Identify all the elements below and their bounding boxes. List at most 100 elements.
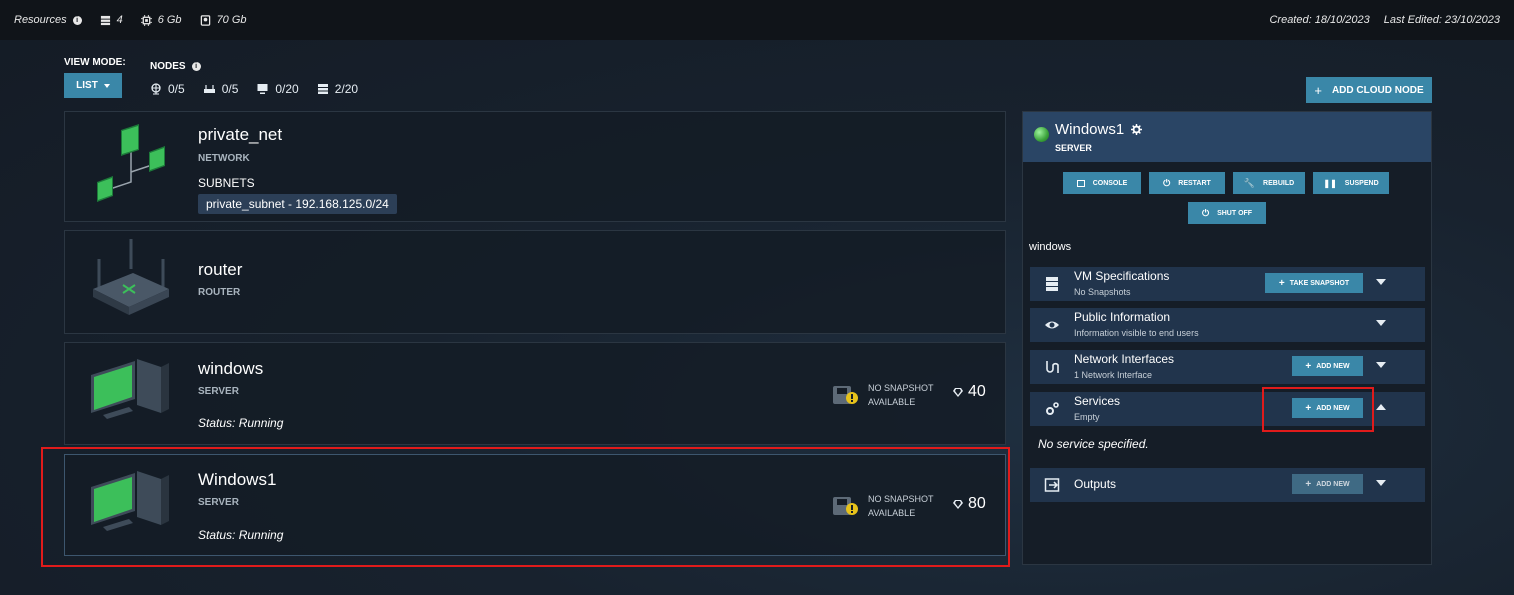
network-count-value: 0/5 (168, 82, 185, 96)
wrench-icon: 🔧 (1243, 177, 1256, 188)
add-new-label: ADD NEW (1316, 480, 1350, 488)
node-card-windows[interactable]: windows SERVER Status: Running NO SNAPSH… (64, 342, 1006, 445)
node-card-network[interactable]: private_net NETWORK SUBNETS private_subn… (64, 111, 1006, 222)
server-node-icon (91, 359, 169, 419)
network-interface-icon (1046, 361, 1059, 373)
storage-stat: 70 Gb (200, 14, 247, 26)
add-output-button[interactable]: + ADD NEW (1292, 474, 1363, 494)
chevron-down-icon[interactable] (1376, 320, 1386, 326)
chevron-up-icon[interactable] (1376, 404, 1386, 410)
restart-button[interactable]: ⏻ RESTART (1149, 172, 1225, 194)
node-type: SERVER (198, 386, 239, 397)
node-title: private_net (198, 125, 283, 144)
desktop-count: 0/20 (256, 82, 299, 96)
router-icon (203, 85, 215, 93)
section-subtitle: No Snapshots (1074, 287, 1131, 297)
server-icon (1046, 277, 1058, 291)
section-title: Services (1074, 394, 1121, 408)
console-button[interactable]: CONSOLE (1063, 172, 1141, 194)
caret-down-icon (103, 83, 110, 88)
node-type: ROUTER (198, 287, 241, 298)
section-title: Network Interfaces (1074, 352, 1175, 366)
node-title: windows (198, 359, 264, 378)
panel-header: Windows1 SERVER (1023, 112, 1431, 162)
node-cost: 40 (953, 383, 986, 401)
section-subtitle: 1 Network Interface (1074, 370, 1153, 380)
power-icon: ⏻ (1201, 207, 1210, 218)
take-snapshot-button[interactable]: + TAKE SNAPSHOT (1265, 273, 1363, 293)
section-network-interfaces[interactable]: Network Interfaces 1 Network Interface +… (1030, 350, 1425, 384)
plus-icon: + (1278, 277, 1285, 289)
section-title: VM Specifications (1074, 269, 1170, 283)
view-mode-dropdown[interactable]: LIST (64, 73, 122, 98)
plus-icon: + (1314, 82, 1322, 98)
subnet-chip[interactable]: private_subnet - 192.168.125.0/24 (198, 194, 397, 214)
diamond-icon (953, 387, 963, 397)
top-bar: Resources i 4 6 Gb 70 Gb Created: 18/10/… (0, 0, 1514, 40)
snapshot-line1: NO SNAPSHOT (868, 383, 934, 393)
node-counts: 0/5 0/5 0/20 2/20 (150, 82, 358, 96)
node-detail-panel: Windows1 SERVER CONSOLE ⏻ RESTART 🔧 REBU… (1022, 111, 1432, 565)
chevron-down-icon[interactable] (1376, 362, 1386, 368)
section-title: Outputs (1074, 477, 1117, 491)
no-snapshot-icon (833, 386, 858, 404)
suspend-button[interactable]: ❚❚ SUSPEND (1313, 172, 1389, 194)
add-new-label: ADD NEW (1316, 362, 1350, 370)
info-icon[interactable]: i (72, 15, 82, 25)
storage-value: 70 Gb (216, 14, 247, 26)
server-count-value: 2/20 (334, 82, 359, 96)
rebuild-button[interactable]: 🔧 REBUILD (1233, 172, 1305, 194)
nodes-label-text: NODES (150, 61, 186, 72)
suspend-label: SUSPEND (1344, 179, 1379, 187)
gear-icon[interactable] (1131, 124, 1143, 135)
node-title: router (198, 260, 243, 279)
chevron-down-icon[interactable] (1376, 279, 1386, 285)
cpu-icon (100, 15, 110, 25)
network-node-icon (97, 124, 165, 202)
node-card-router[interactable]: router ROUTER (64, 230, 1006, 334)
add-cloud-node-label: ADD CLOUD NODE (1331, 84, 1424, 96)
resources: Resources i (14, 14, 82, 26)
section-outputs[interactable]: Outputs + ADD NEW (1030, 468, 1425, 502)
selection-highlight (41, 447, 1010, 567)
add-cloud-node-button[interactable]: + ADD CLOUD NODE (1306, 77, 1432, 103)
add-network-interface-button[interactable]: + ADD NEW (1292, 356, 1363, 376)
memory-stat: 6 Gb (140, 14, 182, 26)
memory-chip-icon (140, 14, 152, 26)
output-icon (1044, 478, 1060, 492)
hard-drive-icon (200, 14, 210, 26)
server-count: 2/20 (317, 82, 358, 96)
node-status: Status: Running (198, 416, 284, 430)
running-status-icon (1034, 127, 1049, 142)
memory-value: 6 Gb (157, 14, 182, 26)
panel-node-name: Windows1 (1055, 121, 1143, 138)
info-icon[interactable]: i (191, 62, 201, 71)
section-title: Public Information (1074, 310, 1171, 324)
desktop-icon (257, 84, 268, 94)
node-description: windows (1029, 241, 1072, 253)
router-node-icon (93, 239, 169, 315)
network-count: 0/5 (150, 82, 185, 96)
globe-icon (151, 83, 161, 95)
router-count-value: 0/5 (221, 82, 239, 96)
chevron-down-icon[interactable] (1376, 480, 1386, 486)
panel-node-name-text: Windows1 (1055, 121, 1125, 138)
console-label: CONSOLE (1092, 179, 1128, 187)
view-mode-value: LIST (76, 80, 98, 91)
shut-off-button[interactable]: ⏻ SHUT OFF (1188, 202, 1266, 224)
panel-node-kind: SERVER (1055, 143, 1092, 153)
last-edited-date: Last Edited: 23/10/2023 (1383, 14, 1500, 26)
node-type: NETWORK (198, 153, 250, 164)
power-icon: ⏻ (1163, 177, 1171, 188)
rebuild-label: REBUILD (1263, 179, 1295, 187)
section-public-information[interactable]: Public Information Information visible t… (1030, 308, 1425, 342)
take-snapshot-label: TAKE SNAPSHOT (1289, 279, 1350, 287)
cpu-value: 4 (116, 14, 123, 26)
plus-icon: + (1305, 478, 1312, 490)
add-service-highlight (1262, 387, 1374, 432)
created-date: Created: 18/10/2023 (1269, 14, 1370, 26)
section-subtitle: Information visible to end users (1074, 328, 1199, 338)
section-vm-specifications[interactable]: VM Specifications No Snapshots + TAKE SN… (1030, 267, 1425, 301)
cost-value: 40 (968, 383, 986, 400)
plus-icon: + (1305, 360, 1312, 372)
